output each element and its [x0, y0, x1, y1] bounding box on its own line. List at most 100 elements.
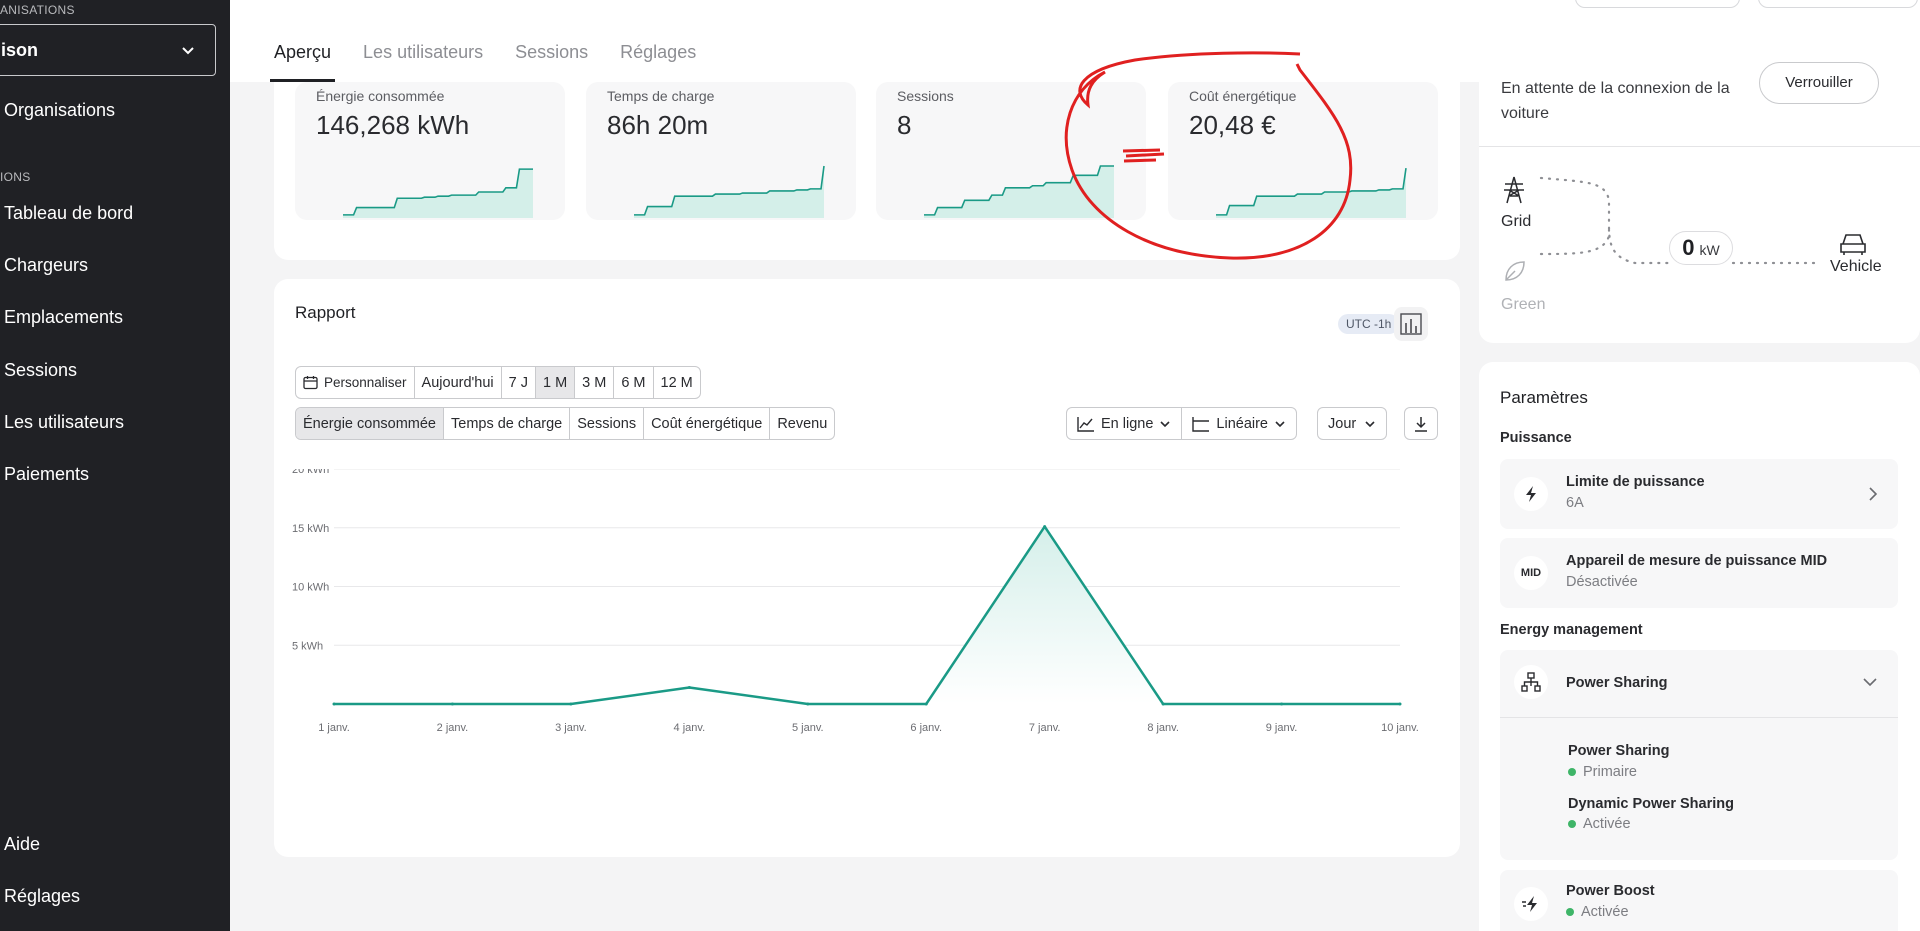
- range-3m[interactable]: 3 M: [575, 367, 615, 398]
- power-unit: kW: [1699, 242, 1720, 258]
- power-sharing-label[interactable]: Power Sharing: [1566, 675, 1668, 691]
- power-limit-value: 6A: [1566, 495, 1584, 511]
- power-limit-row[interactable]: Limite de puissance 6A: [1500, 459, 1898, 529]
- header-action-button[interactable]: [1575, 0, 1740, 8]
- organisation-name: ison: [1, 39, 39, 60]
- range-6m[interactable]: 6 M: [614, 367, 654, 398]
- status-dot: [1566, 908, 1574, 916]
- sidebar-item-help[interactable]: Aide: [4, 834, 40, 855]
- sidebar-item-sessions[interactable]: Sessions: [4, 360, 77, 381]
- range-custom-label: Personnaliser: [324, 375, 407, 390]
- metric-sessions[interactable]: Sessions: [570, 408, 645, 439]
- range-custom[interactable]: Personnaliser: [296, 367, 415, 398]
- range-1m[interactable]: 1 M: [536, 367, 576, 398]
- report-title: Rapport: [295, 303, 356, 322]
- scale-label: Linéaire: [1216, 415, 1268, 432]
- chevron-right-icon: [1869, 487, 1878, 501]
- x-tick-label: 4 janv.: [674, 722, 706, 734]
- energy-chart: 5 kWh 10 kWh 15 kWh 20 kWh 1 janv. 2 janv. 3 j…: [292, 469, 1419, 734]
- sidebar-item-settings[interactable]: Réglages: [4, 886, 80, 907]
- chart-view-button[interactable]: [1394, 307, 1428, 341]
- tab-sessions[interactable]: Sessions: [515, 0, 588, 82]
- power-value: 0: [1682, 235, 1695, 260]
- mid-icon: MID: [1514, 556, 1548, 590]
- main-content: Aperçu Les utilisateurs Sessions Réglage…: [230, 0, 1920, 931]
- mid-meter-row[interactable]: MID Appareil de mesure de puissance MID …: [1500, 538, 1898, 608]
- metric-energy-cost[interactable]: Coût énergétique: [644, 408, 771, 439]
- metric-energy[interactable]: Énergie consommée: [296, 408, 444, 439]
- power-readout: 0 kW: [1669, 231, 1733, 265]
- sparkline-area: [343, 169, 533, 218]
- power-boost-row[interactable]: Power Boost Activée: [1500, 870, 1898, 931]
- stat-sparkline: [634, 165, 825, 218]
- chevron-down-icon: [1160, 420, 1170, 427]
- y-tick-label: 15 kWh: [292, 523, 329, 535]
- chart-type-dropdown[interactable]: En ligne: [1067, 408, 1183, 439]
- x-tick-label: 9 janv.: [1266, 722, 1298, 734]
- x-tick-label: 6 janv.: [910, 722, 942, 734]
- tab-users[interactable]: Les utilisateurs: [363, 0, 483, 82]
- range-12m[interactable]: 12 M: [654, 367, 700, 398]
- annotation-circle: [1064, 51, 1353, 260]
- x-tick-label: 5 janv.: [792, 722, 824, 734]
- status-dot: [1568, 820, 1576, 828]
- stat-energy: Énergie consommée 146,268 kWh: [295, 82, 565, 220]
- data-point: [1043, 525, 1047, 529]
- data-point: [450, 702, 454, 706]
- tab-settings[interactable]: Réglages: [620, 0, 696, 82]
- chevron-down-icon: [1275, 420, 1285, 427]
- status-text: En attente de la connexion de la voiture: [1501, 80, 1730, 122]
- stat-charge-time: Temps de charge 86h 20m: [586, 82, 856, 220]
- power-limit-label: Limite de puissance: [1566, 474, 1705, 490]
- x-tick-label: 1 janv.: [318, 722, 350, 734]
- metric-selector: Énergie consommée Temps de charge Sessio…: [295, 407, 836, 440]
- interval-label: Jour: [1328, 415, 1357, 432]
- tab-overview[interactable]: Aperçu: [269, 0, 336, 82]
- series-area: [334, 526, 1400, 704]
- report-card: Rapport UTC -1h Personnaliser Aujourd'hu…: [274, 279, 1460, 857]
- power-pylon-icon: [1504, 176, 1524, 204]
- green-label: Green: [1501, 296, 1546, 313]
- line-chart-icon: [1077, 416, 1094, 432]
- range-7d[interactable]: 7 J: [502, 367, 536, 398]
- sidebar-item-payments[interactable]: Paiements: [4, 464, 89, 485]
- data-point: [687, 686, 691, 690]
- y-tick-label: 20 kWh: [292, 469, 329, 476]
- metric-revenue[interactable]: Revenu: [770, 408, 834, 439]
- organisation-select[interactable]: ison: [0, 24, 216, 76]
- sidebar-section-organisations: ANISATIONS: [0, 3, 75, 17]
- data-point: [806, 702, 810, 706]
- range-selector: Personnaliser Aujourd'hui 7 J 1 M 3 M 6 …: [295, 366, 701, 399]
- interval-dropdown[interactable]: Jour: [1317, 407, 1388, 440]
- grid-label: Grid: [1501, 213, 1532, 230]
- dps-label: Dynamic Power Sharing: [1568, 796, 1734, 812]
- sidebar-item-organisations[interactable]: Organisations: [4, 100, 115, 121]
- data-point: [1398, 702, 1402, 706]
- metric-charge-time[interactable]: Temps de charge: [444, 408, 571, 439]
- sidebar: ANISATIONS ison Organisations IONS Table…: [0, 0, 230, 931]
- car-icon: [1840, 234, 1866, 255]
- tab-bar: Aperçu Les utilisateurs Sessions Réglage…: [269, 0, 696, 82]
- status-dot: [1568, 768, 1576, 776]
- ps-sub-status: Primaire: [1568, 764, 1637, 780]
- sidebar-item-locations[interactable]: Emplacements: [4, 307, 123, 328]
- power-sharing-panel: Power Sharing Power Sharing Primaire Dyn…: [1500, 650, 1898, 860]
- range-today[interactable]: Aujourd'hui: [415, 367, 502, 398]
- x-tick-label: 10 janv.: [1381, 722, 1419, 734]
- boost-icon: [1514, 887, 1548, 921]
- header-action-button[interactable]: [1758, 0, 1918, 8]
- chevron-down-icon: [1365, 420, 1375, 427]
- axis-icon: [1192, 416, 1210, 432]
- chart-options: En ligne Linéaire: [1066, 407, 1297, 440]
- boost-value: Activée: [1581, 904, 1629, 920]
- vehicle-label: Vehicle: [1830, 258, 1882, 275]
- scale-dropdown[interactable]: Linéaire: [1182, 408, 1296, 439]
- chevron-down-icon[interactable]: [1862, 676, 1878, 688]
- sidebar-item-dashboard[interactable]: Tableau de bord: [4, 203, 133, 224]
- sidebar-item-chargers[interactable]: Chargeurs: [4, 255, 88, 276]
- lock-button[interactable]: Verrouiller: [1759, 62, 1879, 104]
- network-icon: [1514, 665, 1548, 699]
- download-button[interactable]: [1404, 407, 1438, 440]
- sidebar-item-users[interactable]: Les utilisateurs: [4, 412, 124, 433]
- data-point: [1161, 702, 1165, 706]
